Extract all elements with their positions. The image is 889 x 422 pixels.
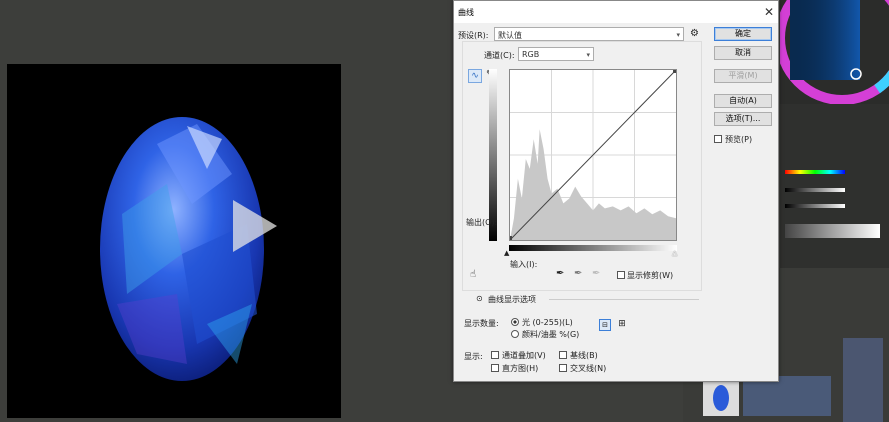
- intersection-line-label: 交叉线(N): [570, 364, 607, 373]
- channel-value: RGB: [522, 50, 540, 59]
- collapse-icon[interactable]: ⊙: [476, 294, 483, 303]
- chevron-down-icon: ▾: [586, 51, 590, 59]
- intersection-line-checkbox[interactable]: [559, 364, 567, 372]
- color-wheel[interactable]: [780, 0, 889, 104]
- gradient-bar[interactable]: [785, 224, 880, 238]
- channel-overlays-label: 通道叠加(V): [502, 351, 546, 360]
- smooth-button[interactable]: 平滑(M): [714, 69, 772, 83]
- channel-overlays-checkbox[interactable]: [491, 351, 499, 359]
- histogram-checkbox[interactable]: [491, 364, 499, 372]
- grid-detail-icon[interactable]: ⊞: [616, 319, 628, 331]
- document-image: [7, 64, 341, 418]
- dialog-title: 曲线: [458, 8, 474, 17]
- output-label: 输出(O):: [466, 218, 498, 227]
- divider: [549, 299, 699, 300]
- preset-label: 预设(R):: [458, 31, 489, 40]
- channel-label: 通道(C):: [484, 51, 515, 60]
- output-gradient: [489, 69, 497, 241]
- light-radio[interactable]: [511, 318, 519, 326]
- gray-eyedropper-icon[interactable]: ✒: [574, 268, 582, 279]
- show-amount-label: 显示数量:: [464, 319, 499, 328]
- layer-thumbnail[interactable]: [703, 380, 739, 416]
- on-image-adjust-icon[interactable]: ☝: [470, 269, 476, 280]
- preset-select[interactable]: 默认值 ▾: [494, 27, 684, 41]
- show-label: 显示:: [464, 352, 483, 361]
- gear-icon[interactable]: ⚙: [690, 28, 699, 39]
- show-clipping-checkbox[interactable]: [617, 271, 625, 279]
- preset-value: 默认值: [498, 31, 522, 40]
- pigment-radio[interactable]: [511, 330, 519, 338]
- white-point-slider[interactable]: △: [672, 249, 677, 257]
- white-eyedropper-icon[interactable]: ✒: [592, 268, 600, 279]
- close-icon[interactable]: ✕: [764, 5, 774, 19]
- curve-graph[interactable]: [509, 69, 677, 241]
- layer-row-selected[interactable]: [743, 376, 831, 416]
- black-eyedropper-icon[interactable]: ✒: [556, 268, 564, 279]
- black-point-slider[interactable]: ▲: [504, 249, 509, 257]
- chevron-down-icon: ▾: [676, 31, 680, 39]
- gem-artwork: [100, 117, 264, 381]
- input-gradient: [509, 245, 677, 251]
- dialog-titlebar: 曲线 ✕: [454, 1, 778, 23]
- cancel-button[interactable]: 取消: [714, 46, 772, 60]
- curve-display-options-label: 曲线显示选项: [488, 295, 536, 304]
- auto-button[interactable]: 自动(A): [714, 94, 772, 108]
- channel-select[interactable]: RGB ▾: [518, 47, 594, 61]
- value-slider[interactable]: [785, 204, 845, 208]
- input-label: 输入(I):: [510, 260, 538, 269]
- baseline-label: 基线(B): [570, 351, 598, 360]
- saturation-slider[interactable]: [785, 188, 845, 192]
- light-option-label: 光 (0-255)(L): [522, 318, 573, 327]
- hue-slider[interactable]: [785, 170, 845, 174]
- preview-checkbox[interactable]: [714, 135, 722, 143]
- histogram-label: 直方图(H): [502, 364, 539, 373]
- curves-dialog: 曲线 ✕ 预设(R): 默认值 ▾ ⚙ 确定 取消 平滑(M) 自动(A) 选项(…: [453, 0, 779, 382]
- preview-label: 预览(P): [725, 135, 753, 144]
- curve-tool-icon[interactable]: ∿: [468, 69, 482, 83]
- ok-button[interactable]: 确定: [714, 27, 772, 41]
- play-icon[interactable]: [233, 200, 277, 252]
- show-clipping-label: 显示修剪(W): [627, 271, 674, 280]
- options-button[interactable]: 选项(T)...: [714, 112, 772, 126]
- grid-simple-icon[interactable]: ⊟: [599, 319, 611, 331]
- baseline-checkbox[interactable]: [559, 351, 567, 359]
- shortcut-column: [843, 338, 883, 422]
- pigment-option-label: 颜料/油墨 %(G): [522, 330, 580, 339]
